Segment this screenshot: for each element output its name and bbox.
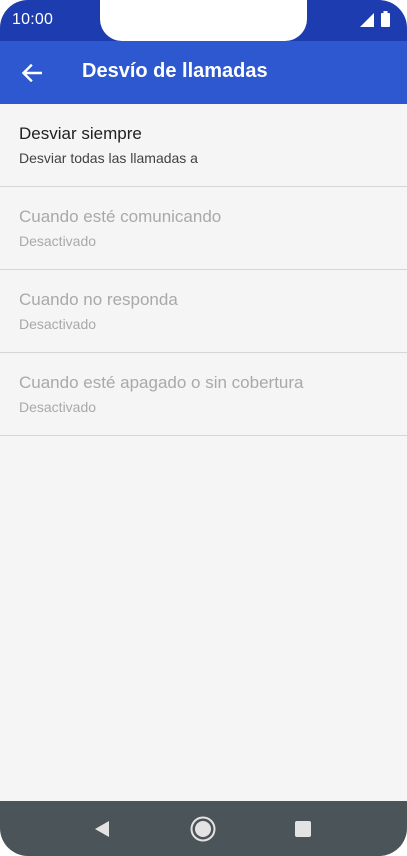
item-subtitle: Desactivado bbox=[19, 233, 97, 249]
nav-home-button[interactable] bbox=[189, 815, 217, 843]
list-item-no-answer[interactable]: Cuando no responda Desactivado bbox=[0, 270, 407, 353]
camera-notch bbox=[100, 0, 307, 41]
list-item-when-busy[interactable]: Cuando esté comunicando Desactivado bbox=[0, 187, 407, 270]
back-button[interactable] bbox=[14, 55, 50, 91]
circle-home-icon bbox=[190, 816, 216, 842]
nav-back-button[interactable] bbox=[88, 815, 116, 843]
triangle-back-icon bbox=[95, 821, 109, 837]
battery-icon bbox=[381, 11, 390, 27]
nav-recents-button[interactable] bbox=[289, 815, 317, 843]
item-subtitle: Desviar todas las llamadas a bbox=[19, 150, 198, 166]
signal-icon bbox=[360, 13, 374, 27]
call-forwarding-list: Desviar siempre Desviar todas las llamad… bbox=[0, 104, 407, 436]
item-subtitle: Desactivado bbox=[19, 316, 97, 332]
status-time: 10:00 bbox=[12, 11, 54, 28]
square-recents-icon bbox=[295, 821, 311, 837]
item-title: Cuando esté apagado o sin cobertura bbox=[19, 373, 304, 392]
item-title: Desviar siempre bbox=[19, 124, 142, 143]
app-bar: Desvío de llamadas bbox=[0, 41, 407, 104]
navigation-bar bbox=[0, 801, 407, 856]
item-title: Cuando no responda bbox=[19, 290, 178, 309]
arrow-left-icon bbox=[22, 64, 42, 82]
item-title: Cuando esté comunicando bbox=[19, 207, 222, 226]
page-title: Desvío de llamadas bbox=[82, 60, 268, 82]
phone-screen: 10:00 Desvío de llamadas Desviar siempre… bbox=[0, 0, 407, 856]
list-item-unreachable[interactable]: Cuando esté apagado o sin cobertura Desa… bbox=[0, 353, 407, 436]
status-bar: 10:00 bbox=[0, 0, 407, 41]
list-item-always-forward[interactable]: Desviar siempre Desviar todas las llamad… bbox=[0, 104, 407, 187]
item-subtitle: Desactivado bbox=[19, 399, 97, 415]
